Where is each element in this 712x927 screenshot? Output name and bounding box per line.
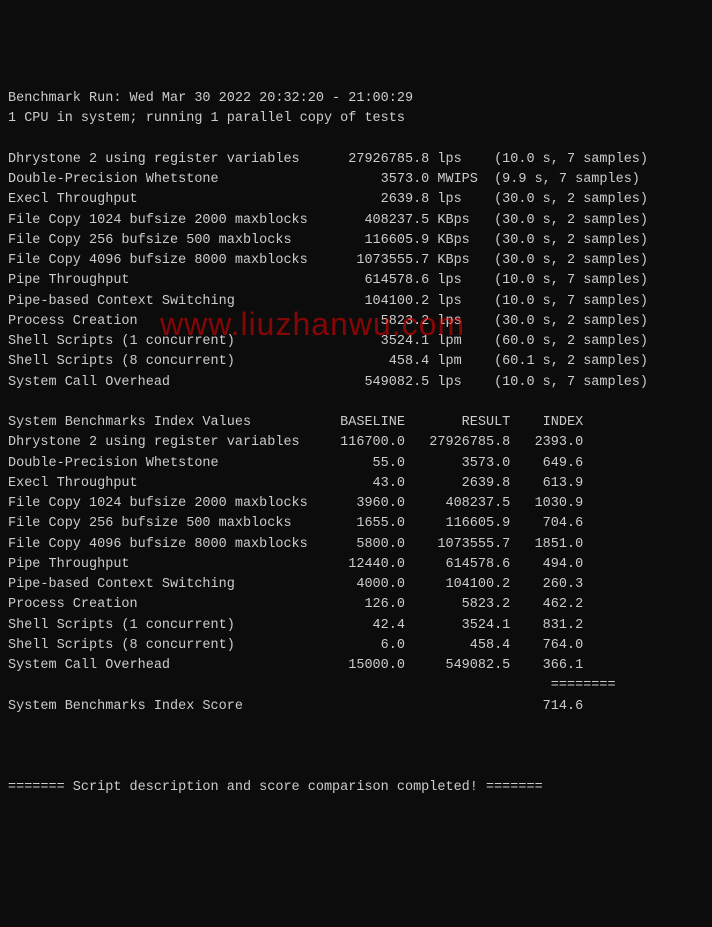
index-header-row: System Benchmarks Index Values BASELINE …: [8, 415, 583, 430]
header-line2: 1 CPU in system; running 1 parallel copy…: [8, 111, 405, 126]
score-row: System Benchmarks Index Score 714.6: [8, 699, 583, 714]
index-block: Dhrystone 2 using register variables 116…: [8, 435, 583, 673]
header-line1: Benchmark Run: Wed Mar 30 2022 20:32:20 …: [8, 91, 413, 106]
tests-block: Dhrystone 2 using register variables 279…: [8, 152, 648, 390]
footer: ======= Script description and score com…: [8, 780, 543, 795]
terminal-output: Benchmark Run: Wed Mar 30 2022 20:32:20 …: [8, 89, 704, 798]
